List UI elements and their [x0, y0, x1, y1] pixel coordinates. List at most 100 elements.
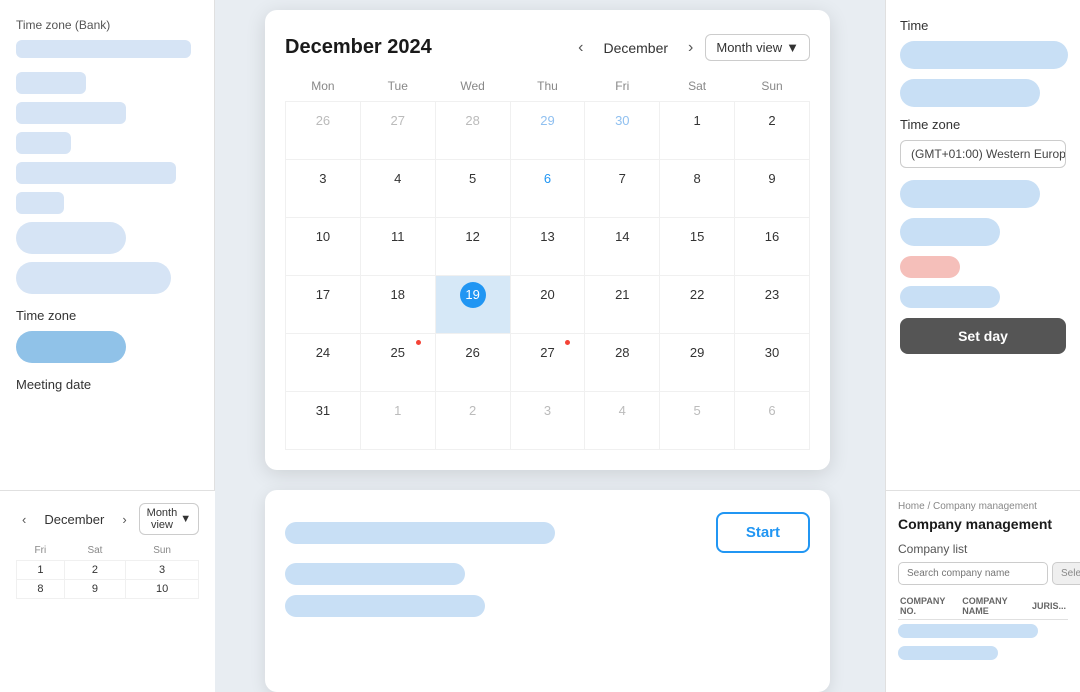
skeleton-2: [16, 102, 126, 124]
rp-skeleton-4: [900, 218, 1000, 246]
mini-calendar: ‹ December › Month view ▼ Fri Sat Sun 1 …: [0, 490, 215, 692]
mini-prev-button[interactable]: ‹: [16, 510, 32, 529]
table-row[interactable]: 3: [126, 561, 199, 580]
table-row[interactable]: 1: [17, 561, 65, 580]
table-row[interactable]: 5: [660, 392, 735, 450]
table-row[interactable]: 5: [435, 160, 510, 218]
skeleton-4: [16, 162, 176, 184]
month-label: December: [595, 36, 676, 60]
col-tue: Tue: [360, 79, 435, 102]
event-dot: [565, 340, 570, 345]
calendar-nav: ‹ December › Month view ▼: [572, 34, 810, 61]
table-row[interactable]: 2: [435, 392, 510, 450]
mini-nav: ‹ December › Month view ▼: [16, 503, 199, 535]
skeleton-btn1: [16, 222, 126, 254]
day-number: 24: [310, 340, 336, 366]
table-row[interactable]: 2: [735, 102, 810, 160]
day-number: 1: [684, 108, 710, 134]
table-row[interactable]: 18: [360, 276, 435, 334]
table-row[interactable]: 30: [735, 334, 810, 392]
table-row[interactable]: 8: [17, 580, 65, 599]
table-row[interactable]: 1: [360, 392, 435, 450]
set-day-button[interactable]: Set day: [900, 318, 1066, 354]
table-row[interactable]: 14: [585, 218, 660, 276]
mini-view-button[interactable]: Month view ▼: [139, 503, 199, 535]
tz-bank-value-skeleton: [16, 40, 191, 58]
table-row[interactable]: 2: [64, 561, 125, 580]
table-row[interactable]: 27: [360, 102, 435, 160]
table-row[interactable]: 10: [126, 580, 199, 599]
country-select[interactable]: Select country: [1052, 562, 1080, 585]
day-number: 26: [310, 108, 336, 134]
table-row[interactable]: 3: [286, 160, 361, 218]
day-number: 27: [385, 108, 411, 134]
table-row[interactable]: 9: [735, 160, 810, 218]
company-row-skeleton-2: [898, 646, 998, 660]
day-number: 9: [759, 166, 785, 192]
col-fri: Fri: [585, 79, 660, 102]
skeleton-1: [16, 72, 86, 94]
day-number: 19: [460, 282, 486, 308]
table-row[interactable]: 17: [286, 276, 361, 334]
table-row[interactable]: 29: [660, 334, 735, 392]
table-row[interactable]: 20: [510, 276, 585, 334]
table-row[interactable]: 4: [585, 392, 660, 450]
time-label: Time: [900, 18, 1066, 33]
view-toggle-button[interactable]: Month view ▼: [705, 34, 810, 61]
day-number: 7: [609, 166, 635, 192]
table-row[interactable]: 12: [435, 218, 510, 276]
table-row[interactable]: 9: [64, 580, 125, 599]
table-row[interactable]: 24: [286, 334, 361, 392]
search-company-input[interactable]: [898, 562, 1048, 585]
table-row[interactable]: 13: [510, 218, 585, 276]
breadcrumb: Home / Company management: [898, 501, 1068, 512]
table-row[interactable]: 23: [735, 276, 810, 334]
table-row[interactable]: 29: [510, 102, 585, 160]
next-month-button[interactable]: ›: [682, 37, 699, 59]
table-row[interactable]: 16: [735, 218, 810, 276]
company-management-title: Company management: [898, 516, 1068, 532]
table-row[interactable]: 1: [660, 102, 735, 160]
table-row[interactable]: 30: [585, 102, 660, 160]
col-company-name: COMPANY NAME: [960, 593, 1030, 620]
day-number: 26: [460, 340, 486, 366]
table-row[interactable]: 21: [585, 276, 660, 334]
table-row[interactable]: 3: [510, 392, 585, 450]
day-number: 5: [460, 166, 486, 192]
day-number: 23: [759, 282, 785, 308]
day-number: 29: [684, 340, 710, 366]
table-row[interactable]: 28: [585, 334, 660, 392]
day-number: 21: [609, 282, 635, 308]
table-row[interactable]: 6: [510, 160, 585, 218]
table-row[interactable]: 25: [360, 334, 435, 392]
mini-chevron-icon: ▼: [180, 513, 191, 525]
table-row[interactable]: 22: [660, 276, 735, 334]
tz-bank-label: Time zone (Bank): [16, 18, 198, 32]
start-button[interactable]: Start: [716, 512, 810, 553]
table-row[interactable]: 11: [360, 218, 435, 276]
skeleton-5: [16, 192, 64, 214]
table-row[interactable]: 4: [360, 160, 435, 218]
table-row[interactable]: 6: [735, 392, 810, 450]
table-row[interactable]: 8: [660, 160, 735, 218]
time-skeleton: [900, 41, 1068, 69]
table-row[interactable]: 7: [585, 160, 660, 218]
day-number: 17: [310, 282, 336, 308]
col-sat: Sat: [660, 79, 735, 102]
table-row[interactable]: 26: [286, 102, 361, 160]
rp-skeleton-red: [900, 256, 960, 278]
view-label: Month view: [716, 40, 782, 55]
table-row[interactable]: 15: [660, 218, 735, 276]
event-dot: [416, 340, 421, 345]
table-row[interactable]: 10: [286, 218, 361, 276]
table-row[interactable]: 31: [286, 392, 361, 450]
prev-month-button[interactable]: ‹: [572, 37, 589, 59]
mini-next-button[interactable]: ›: [116, 510, 132, 529]
table-row[interactable]: 26: [435, 334, 510, 392]
table-row[interactable]: 28: [435, 102, 510, 160]
skeleton-3: [16, 132, 71, 154]
calendar-header: December 2024 ‹ December › Month view ▼: [285, 34, 810, 61]
table-row[interactable]: 27: [510, 334, 585, 392]
table-row[interactable]: 19: [435, 276, 510, 334]
skeleton-btn2: [16, 262, 171, 294]
